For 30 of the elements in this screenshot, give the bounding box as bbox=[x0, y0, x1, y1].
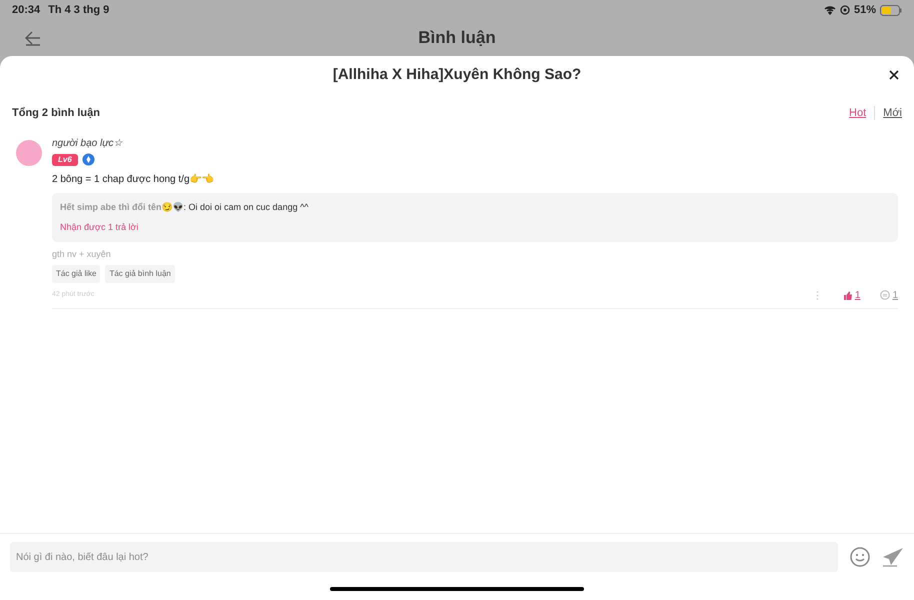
smiley-icon[interactable] bbox=[850, 547, 870, 567]
reply-author: Hết simp abe thì đổi tên😏👽 bbox=[60, 201, 184, 214]
send-icon[interactable] bbox=[882, 547, 904, 567]
comment-total: Tổng 2 bình luận bbox=[12, 106, 100, 121]
sort-tab[interactable]: Mới bbox=[883, 104, 902, 122]
back-arrow-icon[interactable] bbox=[24, 30, 42, 46]
battery-icon bbox=[880, 4, 902, 16]
reply-button[interactable]: 1 bbox=[880, 288, 898, 302]
sort-tab[interactable]: Hot bbox=[849, 104, 866, 122]
battery-percent: 51% bbox=[854, 2, 876, 18]
sheet-title: [Allhiha X Hiha]Xuyên Không Sao? bbox=[332, 64, 582, 85]
comment-text: 2 bông = 1 chap được hong t/g👉👈 bbox=[52, 172, 215, 187]
like-button[interactable]: 1 bbox=[842, 288, 860, 302]
author-tag: Tác giả bình luận bbox=[105, 264, 175, 282]
wifi-icon bbox=[824, 5, 836, 15]
level-badge: Lv6 bbox=[52, 154, 78, 166]
reply-preview[interactable]: Hết simp abe thì đổi tên😏👽: Oi doi oi cam on cuc dangg ^^ Nhận được 1 trả lời bbox=[52, 193, 898, 242]
page-title: Bình luận bbox=[418, 27, 496, 50]
status-date: Th 4 3 thg 9 bbox=[48, 2, 110, 18]
avatar bbox=[16, 140, 42, 166]
comment-author: người bạo lực☆ bbox=[52, 137, 124, 151]
comment-input[interactable]: Nói gì đi nào, biết đâu lại hot? bbox=[10, 542, 838, 572]
comment-bubble-icon bbox=[880, 290, 890, 300]
close-icon[interactable] bbox=[889, 70, 899, 80]
reply-count-link[interactable]: Nhận được 1 trả lời bbox=[60, 220, 890, 234]
thumbs-up-icon bbox=[842, 290, 853, 300]
author-tag: Tác giả like bbox=[52, 264, 100, 282]
comment-note: gth nv + xuyên bbox=[52, 248, 112, 261]
reply-text: : Oi doi oi cam on cuc dangg ^^ bbox=[184, 201, 309, 214]
status-time: 20:34 bbox=[12, 2, 40, 18]
